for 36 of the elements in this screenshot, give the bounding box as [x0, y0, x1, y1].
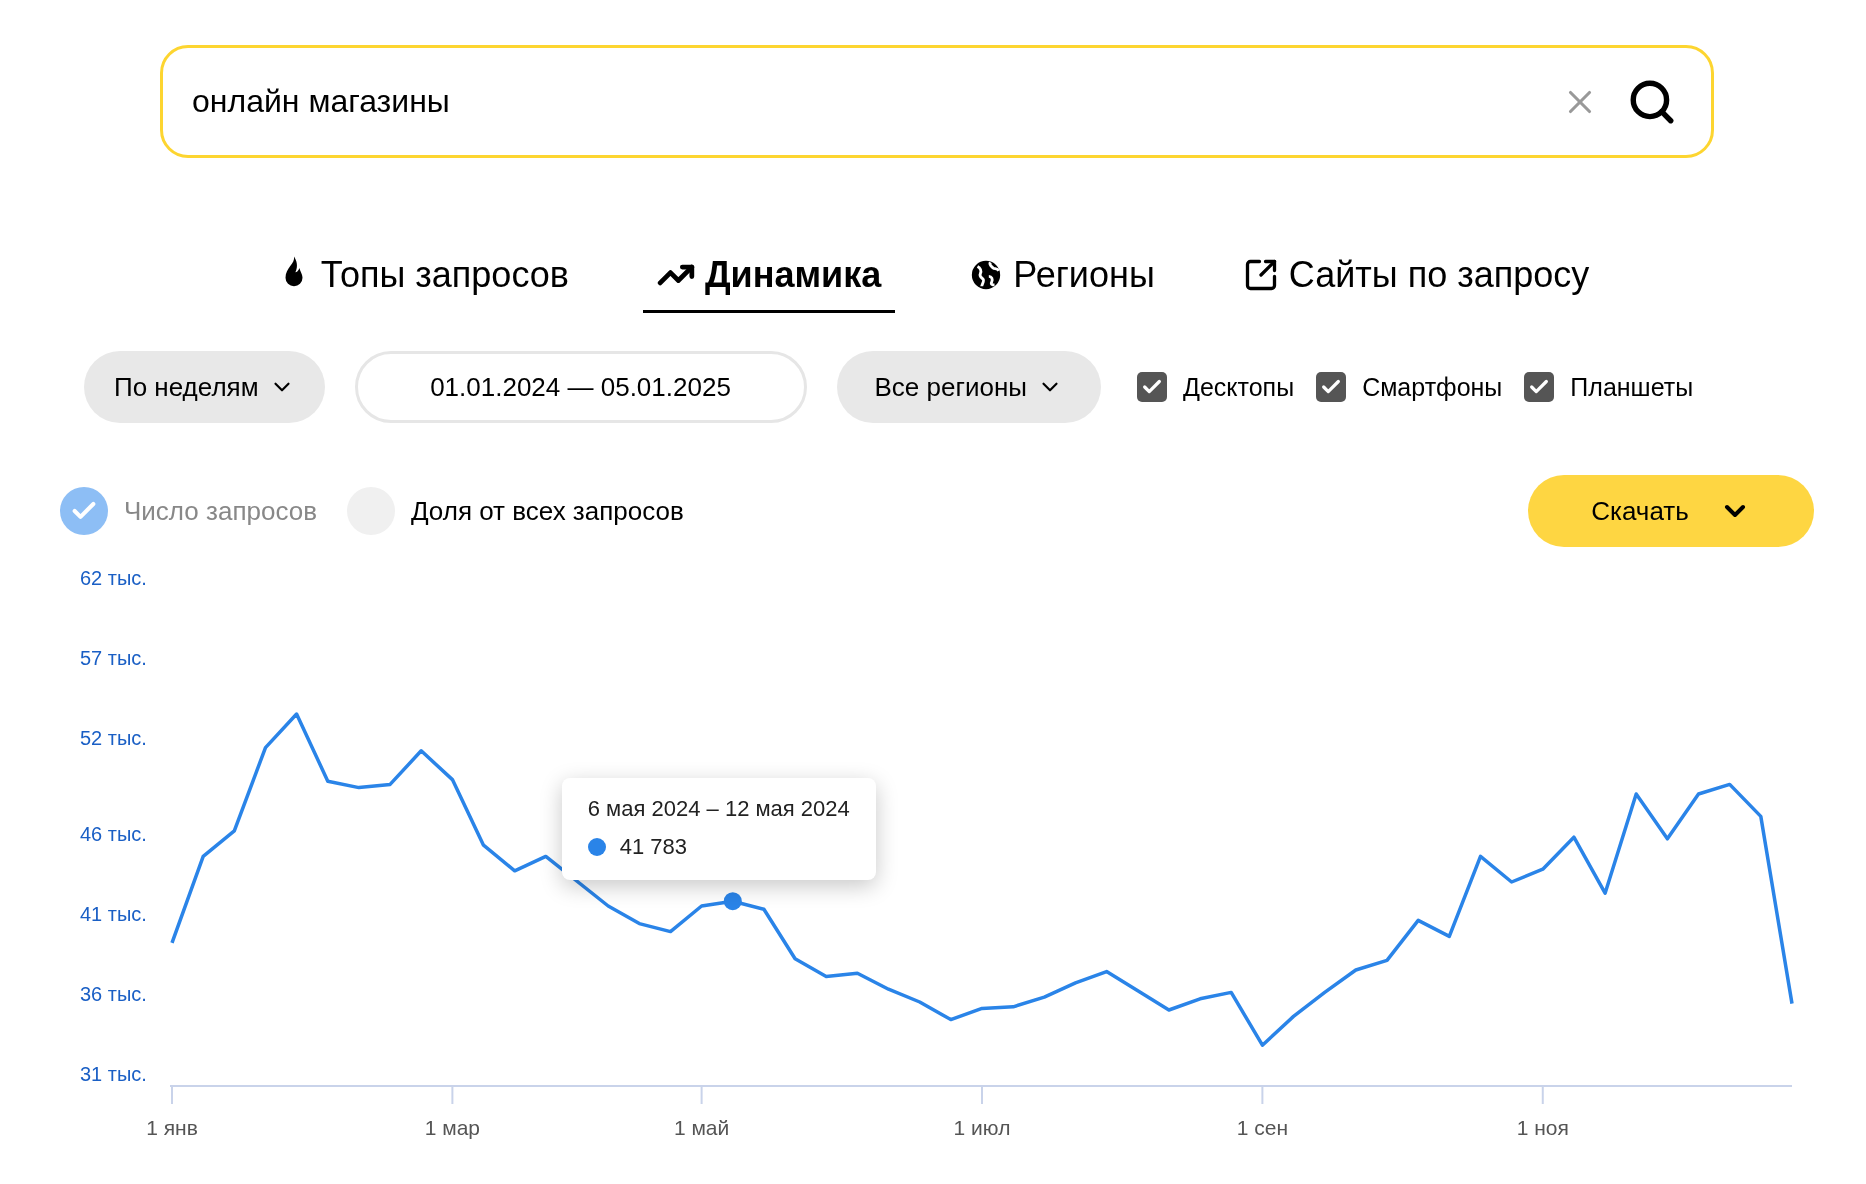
- y-axis-label: 57 тыс.: [80, 647, 147, 669]
- x-axis-label: 1 сен: [1236, 1116, 1289, 1139]
- search-input[interactable]: онлайн магазины: [190, 82, 1537, 121]
- checkbox[interactable]: [1137, 372, 1167, 402]
- checkbox-label: Планшеты: [1570, 372, 1694, 402]
- tab[interactable]: Динамика: [642, 250, 896, 313]
- checkbox-label: Десктопы: [1183, 372, 1295, 402]
- search-field[interactable]: онлайн магазины: [160, 45, 1714, 158]
- x-axis-label: 1 май: [673, 1116, 730, 1139]
- y-axis-label: 52 тыс.: [80, 727, 147, 749]
- checkbox-label: Смартфоны: [1362, 372, 1503, 402]
- checkbox[interactable]: [1316, 372, 1347, 402]
- tab[interactable]: Топы запросов: [262, 250, 583, 313]
- period-dropdown[interactable]: По неделям: [84, 351, 325, 423]
- tab[interactable]: Регионы: [955, 250, 1169, 313]
- tooltip-date-range: 6 мая 2024 – 12 мая 2024: [587, 796, 850, 823]
- x-axis-label: 1 июл: [953, 1116, 1011, 1139]
- date-range-field[interactable]: 01.01.2024 — 05.01.2025: [354, 351, 807, 423]
- y-axis-label: 31 тыс.: [80, 1063, 147, 1085]
- radio-label: Доля от всех запросов: [410, 495, 684, 527]
- radio-label: Число запросов: [124, 495, 317, 527]
- region-dropdown[interactable]: Все регионы: [836, 351, 1101, 423]
- x-axis-label: 1 ноя: [1516, 1116, 1569, 1139]
- tab[interactable]: Сайты по запросу: [1228, 250, 1604, 313]
- hover-point: [723, 892, 742, 911]
- y-axis-label: 36 тыс.: [80, 983, 147, 1005]
- y-axis-label: 62 тыс.: [80, 567, 147, 589]
- y-axis-label: 46 тыс.: [80, 823, 147, 845]
- download-button[interactable]: Скачать: [1528, 475, 1814, 547]
- series-dot: [587, 838, 606, 857]
- y-axis-label: 41 тыс.: [80, 903, 147, 925]
- tooltip-value: 41 783: [619, 834, 688, 861]
- x-axis-label: 1 мар: [424, 1116, 481, 1139]
- checkbox[interactable]: [1524, 372, 1555, 402]
- radio-button[interactable]: [60, 487, 108, 535]
- x-axis-label: 1 янв: [146, 1116, 198, 1139]
